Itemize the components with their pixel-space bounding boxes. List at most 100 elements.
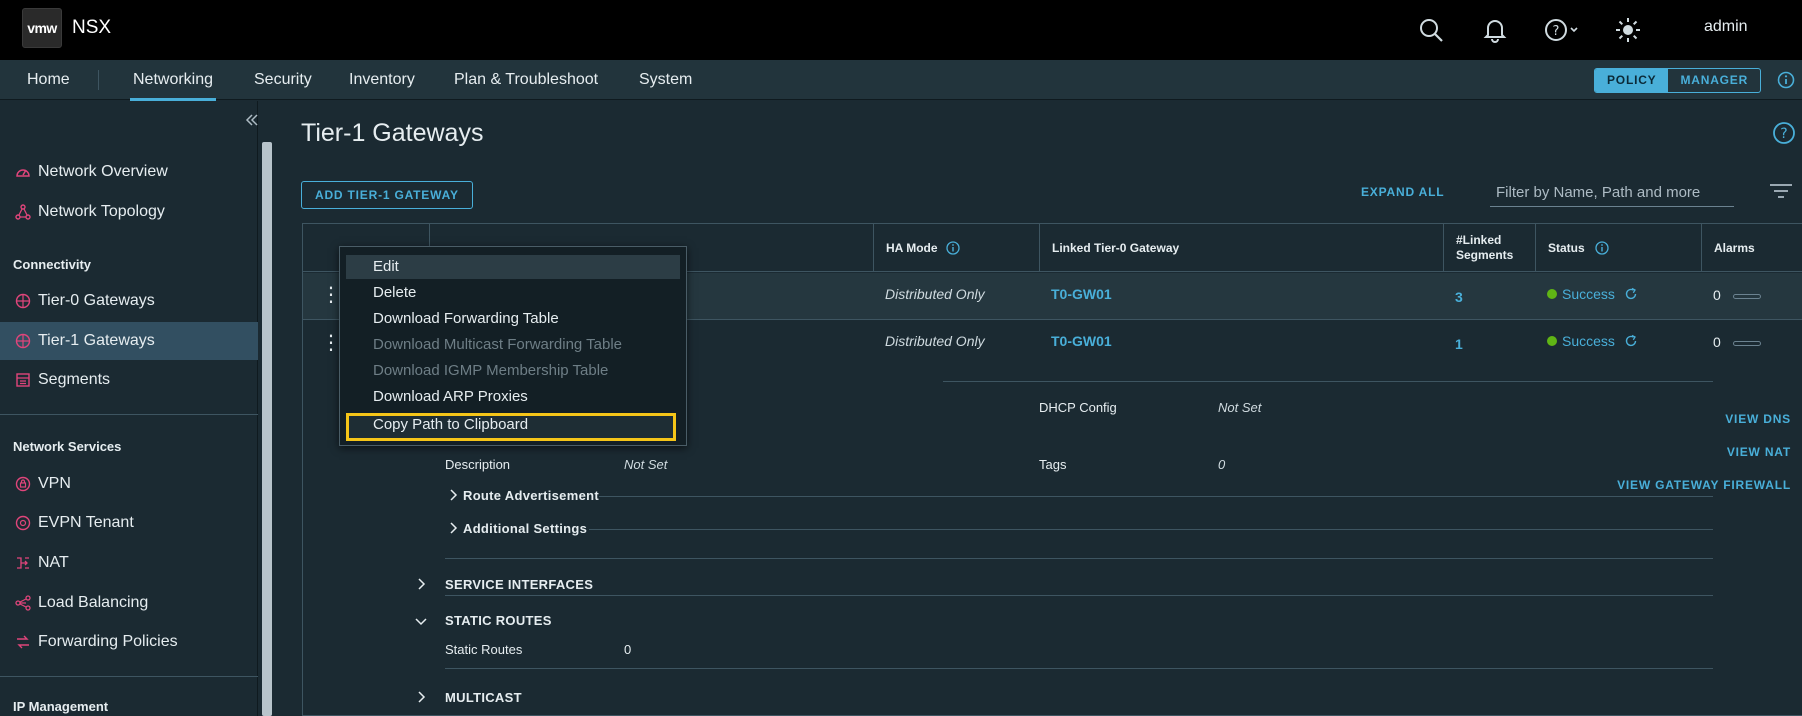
static-routes-toggle[interactable]: STATIC ROUTES bbox=[445, 613, 552, 628]
menu-item-download-arp-proxies[interactable]: Download ARP Proxies bbox=[346, 385, 680, 409]
linked-tier0-link[interactable]: T0-GW01 bbox=[1051, 286, 1112, 302]
divider bbox=[589, 529, 1713, 530]
nav-networking[interactable]: Networking bbox=[129, 71, 217, 101]
divider bbox=[445, 558, 1713, 559]
sidebar-item-label: Segments bbox=[38, 371, 111, 388]
sidebar-item-evpn-tenant[interactable]: EVPN Tenant bbox=[0, 504, 258, 542]
linked-tier0-link[interactable]: T0-GW01 bbox=[1051, 333, 1112, 349]
sidebar-item-tier1-gateways[interactable]: Tier-1 Gateways bbox=[0, 322, 258, 360]
static-routes-count[interactable]: 0 bbox=[624, 642, 631, 657]
linked-segments-count[interactable]: 3 bbox=[1455, 289, 1463, 305]
sidebar-item-network-overview[interactable]: Network Overview bbox=[0, 153, 258, 191]
refresh-icon[interactable] bbox=[1624, 334, 1638, 348]
chevron-right-icon[interactable] bbox=[449, 521, 459, 537]
dhcp-config-value: Not Set bbox=[1218, 400, 1262, 415]
sidebar-item-nat[interactable]: NAT bbox=[0, 544, 258, 582]
user-menu[interactable]: admin bbox=[1704, 18, 1748, 36]
view-dns-link[interactable]: VIEW DNS bbox=[1683, 412, 1791, 426]
dhcp-config-label: DHCP Config bbox=[1039, 400, 1117, 415]
sidebar-heading-network-services: Network Services bbox=[13, 439, 122, 454]
gateway-icon bbox=[14, 292, 32, 310]
route-advertisement-toggle[interactable]: Route Advertisement bbox=[463, 488, 599, 503]
nav-home[interactable]: Home bbox=[27, 71, 70, 89]
linked-segments-count[interactable]: 1 bbox=[1455, 336, 1463, 352]
description-label: Description bbox=[445, 457, 511, 472]
theme-sun-icon[interactable] bbox=[1610, 12, 1646, 48]
main-nav: Home Networking Security Inventory Plan … bbox=[0, 60, 1802, 101]
row-actions-kebab-icon[interactable]: ⋮ bbox=[321, 333, 341, 355]
ha-mode-value: Distributed Only bbox=[885, 286, 985, 302]
row-actions-kebab-icon[interactable]: ⋮ bbox=[321, 285, 341, 307]
sidebar-item-load-balancing[interactable]: Load Balancing bbox=[0, 584, 258, 622]
menu-item-download-multicast-forwarding-table: Download Multicast Forwarding Table bbox=[373, 336, 623, 353]
nav-divider bbox=[98, 70, 99, 90]
column-ha-mode[interactable]: HA Mode bbox=[873, 224, 1039, 272]
menu-item-download-forwarding-table[interactable]: Download Forwarding Table bbox=[346, 307, 680, 331]
collapse-sidebar-icon[interactable] bbox=[245, 111, 259, 132]
app-name: NSX bbox=[72, 17, 112, 38]
menu-item-copy-path[interactable]: Copy Path to Clipboard bbox=[346, 413, 676, 441]
menu-item-download-igmp-membership-table: Download IGMP Membership Table bbox=[373, 362, 609, 379]
service-interfaces-toggle[interactable]: SERVICE INTERFACES bbox=[445, 577, 593, 592]
sidebar-item-label: Load Balancing bbox=[38, 594, 149, 611]
svg-text:?: ? bbox=[1780, 126, 1787, 142]
nav-system[interactable]: System bbox=[639, 71, 692, 89]
sidebar-item-vpn[interactable]: VPN bbox=[0, 465, 258, 503]
sidebar-divider bbox=[0, 676, 258, 677]
filter-icon[interactable] bbox=[1770, 184, 1792, 203]
info-icon[interactable] bbox=[1595, 241, 1609, 255]
chevron-right-icon[interactable] bbox=[417, 690, 427, 706]
help-icon[interactable]: ? bbox=[1772, 121, 1796, 150]
chevron-down-icon[interactable] bbox=[415, 614, 427, 630]
sidebar-scrollbar-thumb[interactable] bbox=[262, 142, 272, 716]
static-routes-label: Static Routes bbox=[445, 642, 523, 657]
refresh-icon[interactable] bbox=[1624, 287, 1638, 301]
sidebar-divider bbox=[0, 414, 258, 415]
column-linked-tier0[interactable]: Linked Tier-0 Gateway bbox=[1039, 224, 1443, 272]
sidebar-item-label: Tier-0 Gateways bbox=[38, 292, 155, 309]
sidebar-item-tier0-gateways[interactable]: Tier-0 Gateways bbox=[0, 282, 258, 320]
menu-item-delete[interactable]: Delete bbox=[346, 281, 680, 305]
menu-item-edit[interactable]: Edit bbox=[346, 255, 680, 279]
sidebar-item-network-topology[interactable]: Network Topology bbox=[0, 193, 258, 231]
info-icon[interactable] bbox=[1777, 71, 1795, 94]
manager-mode-button[interactable]: MANAGER bbox=[1668, 69, 1760, 92]
filter-input[interactable] bbox=[1490, 179, 1734, 207]
column-linked-segments[interactable]: #Linked Segments bbox=[1443, 224, 1535, 272]
sidebar-item-forwarding-policies[interactable]: Forwarding Policies bbox=[0, 623, 258, 661]
policy-mode-button[interactable]: POLICY bbox=[1595, 69, 1669, 92]
column-status[interactable]: Status bbox=[1535, 224, 1701, 272]
chevron-right-icon[interactable] bbox=[449, 488, 459, 504]
sidebar-item-segments[interactable]: Segments bbox=[0, 361, 258, 399]
bell-icon[interactable] bbox=[1477, 12, 1513, 48]
segments-icon bbox=[14, 371, 32, 389]
column-alarms[interactable]: Alarms bbox=[1701, 224, 1802, 272]
divider bbox=[943, 381, 1713, 382]
status-badge: Success bbox=[1547, 286, 1638, 302]
info-icon[interactable] bbox=[945, 241, 960, 255]
help-menu-icon[interactable]: ? bbox=[1540, 12, 1586, 48]
view-gateway-firewall-link[interactable]: VIEW GATEWAY FIREWALL bbox=[1563, 478, 1791, 492]
status-badge: Success bbox=[1547, 333, 1638, 349]
sidebar-item-label: Network Overview bbox=[38, 163, 168, 180]
nav-security[interactable]: Security bbox=[254, 71, 312, 89]
sidebar-item-label: EVPN Tenant bbox=[38, 514, 134, 531]
additional-settings-toggle[interactable]: Additional Settings bbox=[463, 521, 587, 536]
success-dot-icon bbox=[1547, 336, 1557, 346]
nav-inventory[interactable]: Inventory bbox=[349, 71, 415, 89]
chevron-right-icon[interactable] bbox=[417, 577, 427, 593]
topology-icon bbox=[14, 203, 32, 221]
description-value: Not Set bbox=[624, 457, 668, 472]
forwarding-icon bbox=[14, 633, 32, 651]
multicast-toggle[interactable]: MULTICAST bbox=[445, 690, 522, 705]
divider bbox=[599, 496, 1713, 497]
expand-all-button[interactable]: EXPAND ALL bbox=[1361, 185, 1444, 199]
search-icon[interactable] bbox=[1413, 12, 1449, 48]
gauge-icon bbox=[14, 163, 32, 181]
add-tier1-gateway-button[interactable]: ADD TIER-1 GATEWAY bbox=[301, 181, 473, 209]
nav-plan-troubleshoot[interactable]: Plan & Troubleshoot bbox=[454, 71, 598, 89]
view-nat-link[interactable]: VIEW NAT bbox=[1683, 445, 1791, 459]
vmware-logo: vmw bbox=[22, 8, 62, 48]
nat-icon bbox=[14, 554, 32, 572]
gateway-icon bbox=[14, 332, 32, 350]
